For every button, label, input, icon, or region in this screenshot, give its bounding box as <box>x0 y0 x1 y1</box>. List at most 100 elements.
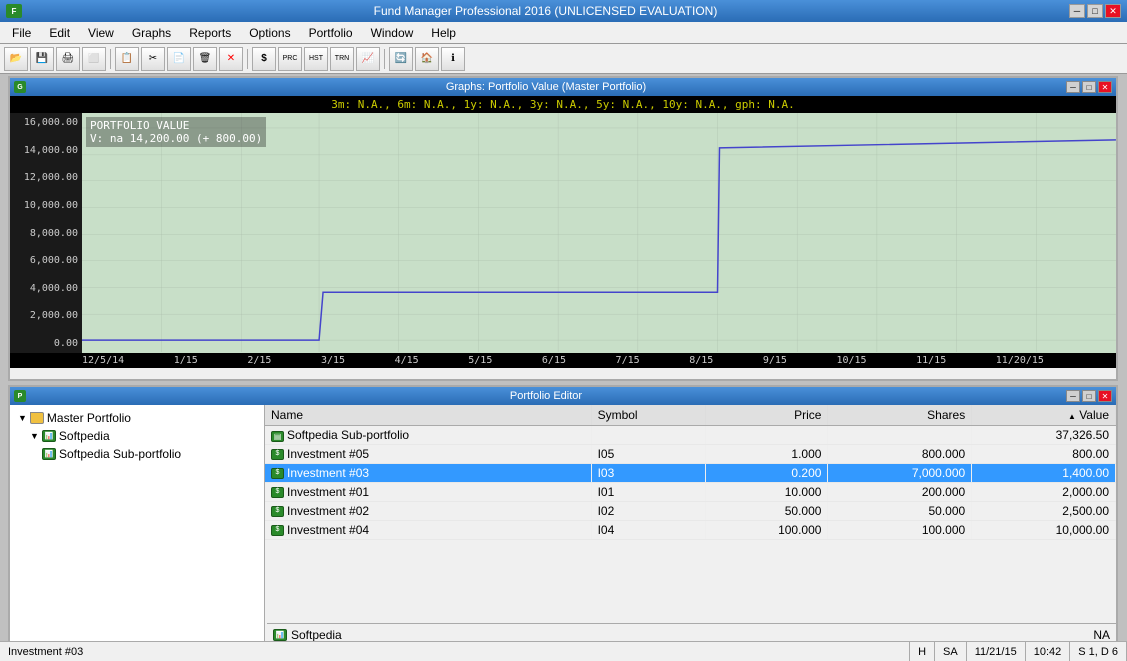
menu-options[interactable]: Options <box>241 24 298 42</box>
toolbar-home[interactable]: 🏠 <box>415 47 439 71</box>
cell-value: 800.00 <box>972 445 1116 464</box>
toolbar-dollar[interactable]: $ <box>252 47 276 71</box>
status-selected-text: Investment #03 <box>8 646 83 658</box>
minimize-button[interactable]: ─ <box>1069 4 1085 18</box>
table-row[interactable]: ▤Softpedia Sub-portfolio 37,326.50 <box>265 426 1116 445</box>
toolbar-chart[interactable]: 📈 <box>356 47 380 71</box>
window-controls: ─ □ ✕ <box>1069 4 1121 18</box>
toolbar-btn7[interactable]: 📄 <box>167 47 191 71</box>
portfolio-minimize[interactable]: ─ <box>1066 390 1080 402</box>
toolbar-sep3 <box>384 49 385 69</box>
investments-table: Name Symbol Price Shares ▲ Value ▤Softpe… <box>265 405 1116 540</box>
col-shares[interactable]: Shares <box>828 405 972 426</box>
status-h: H <box>910 642 935 661</box>
cell-symbol: I05 <box>591 445 706 464</box>
status-time: 10:42 <box>1026 642 1071 661</box>
cell-shares: 100.000 <box>828 521 972 540</box>
portfolio-window: P Portfolio Editor ─ □ ✕ ▼ Master Portfo… <box>8 385 1118 647</box>
cell-shares: 200.000 <box>828 483 972 502</box>
maximize-button[interactable]: □ <box>1087 4 1103 18</box>
cell-price: 0.200 <box>706 464 828 483</box>
menu-edit[interactable]: Edit <box>41 24 78 42</box>
toolbar-print[interactable]: 🖨 <box>56 47 80 71</box>
tree-item-subportfolio[interactable]: 📊 Softpedia Sub-portfolio <box>14 445 260 463</box>
toolbar-btn5[interactable]: 📋 <box>115 47 139 71</box>
graph-window: G Graphs: Portfolio Value (Master Portfo… <box>8 76 1118 381</box>
chart-svg <box>82 113 1116 352</box>
graph-close[interactable]: ✕ <box>1098 81 1112 93</box>
toolbar-btn4[interactable]: ⬜ <box>82 47 106 71</box>
toolbar-info[interactable]: ℹ <box>441 47 465 71</box>
status-date: 11/21/15 <box>967 642 1026 661</box>
toolbar-hst[interactable]: HST <box>304 47 328 71</box>
tree-item-softpedia[interactable]: ▼ 📊 Softpedia <box>14 427 260 445</box>
table-row[interactable]: $Investment #05I051.000800.000800.00 <box>265 445 1116 464</box>
cell-price: 100.000 <box>706 521 828 540</box>
cell-name: $Investment #03 <box>265 464 591 483</box>
row-type-icon: $ <box>271 449 284 460</box>
subportfolio-label: Softpedia Sub-portfolio <box>59 447 181 461</box>
softpedia-label: Softpedia <box>59 429 110 443</box>
close-button[interactable]: ✕ <box>1105 4 1121 18</box>
menu-window[interactable]: Window <box>363 24 422 42</box>
row-type-icon: $ <box>271 487 284 498</box>
col-name[interactable]: Name <box>265 405 591 426</box>
title-bar-left: F <box>6 4 22 18</box>
graph-x-labels: 12/5/14 1/15 2/15 3/15 4/15 5/15 6/15 7/… <box>10 353 1116 368</box>
toolbar-sep2 <box>247 49 248 69</box>
toolbar: 📂 💾 🖨 ⬜ 📋 ✂ 📄 🗑 ✕ $ PRC HST TRN 📈 🔄 🏠 ℹ <box>0 44 1127 74</box>
cell-price: 1.000 <box>706 445 828 464</box>
status-sa-text: SA <box>943 646 958 658</box>
menu-help[interactable]: Help <box>423 24 464 42</box>
master-label: Master Portfolio <box>47 411 131 425</box>
graph-area: 16,000.00 14,000.00 12,000.00 10,000.00 … <box>10 113 1116 353</box>
subportfolio-icon: 📊 <box>42 448 56 460</box>
tree-item-master[interactable]: ▼ Master Portfolio <box>14 409 260 427</box>
portfolio-value: V: na 14,200.00 (+ 800.00) <box>90 132 262 145</box>
graph-window-titlebar: G Graphs: Portfolio Value (Master Portfo… <box>10 78 1116 96</box>
cell-value: 2,000.00 <box>972 483 1116 502</box>
cell-price: 50.000 <box>706 502 828 521</box>
table-row[interactable]: $Investment #02I0250.00050.0002,500.00 <box>265 502 1116 521</box>
menu-graphs[interactable]: Graphs <box>124 24 179 42</box>
cell-name: $Investment #04 <box>265 521 591 540</box>
cell-value: 10,000.00 <box>972 521 1116 540</box>
softpedia-expand-icon: ▼ <box>30 431 39 441</box>
portfolio-restore[interactable]: □ <box>1082 390 1096 402</box>
graph-window-title: Graphs: Portfolio Value (Master Portfoli… <box>26 81 1066 93</box>
cell-name: ▤Softpedia Sub-portfolio <box>265 426 591 445</box>
expand-icon: ▼ <box>18 413 27 423</box>
toolbar-close[interactable]: ✕ <box>219 47 243 71</box>
toolbar-btn6[interactable]: ✂ <box>141 47 165 71</box>
portfolio-close[interactable]: ✕ <box>1098 390 1112 402</box>
portfolio-tree: ▼ Master Portfolio ▼ 📊 Softpedia 📊 Softp… <box>10 405 265 641</box>
status-s: S 1, D 6 <box>1070 642 1127 661</box>
toolbar-save[interactable]: 💾 <box>30 47 54 71</box>
master-folder-icon <box>30 412 44 424</box>
menu-view[interactable]: View <box>80 24 122 42</box>
cell-symbol: I03 <box>591 464 706 483</box>
cell-value: 37,326.50 <box>972 426 1116 445</box>
col-symbol[interactable]: Symbol <box>591 405 706 426</box>
table-row[interactable]: $Investment #04I04100.000100.00010,000.0… <box>265 521 1116 540</box>
toolbar-new[interactable]: 📂 <box>4 47 28 71</box>
status-sa: SA <box>935 642 967 661</box>
graph-minimize[interactable]: ─ <box>1066 81 1080 93</box>
menu-reports[interactable]: Reports <box>181 24 239 42</box>
toolbar-refresh[interactable]: 🔄 <box>389 47 413 71</box>
graph-info-overlay: PORTFOLIO VALUE V: na 14,200.00 (+ 800.0… <box>86 117 266 147</box>
portfolio-table: Name Symbol Price Shares ▲ Value ▤Softpe… <box>265 405 1116 641</box>
graph-y-labels: 16,000.00 14,000.00 12,000.00 10,000.00 … <box>10 113 82 353</box>
col-price[interactable]: Price <box>706 405 828 426</box>
toolbar-trn[interactable]: TRN <box>330 47 354 71</box>
graph-maximize[interactable]: □ <box>1082 81 1096 93</box>
toolbar-delete[interactable]: 🗑 <box>193 47 217 71</box>
menu-file[interactable]: File <box>4 24 39 42</box>
toolbar-prc[interactable]: PRC <box>278 47 302 71</box>
status-bar: Investment #03 H SA 11/21/15 10:42 S 1, … <box>0 641 1127 661</box>
col-value[interactable]: ▲ Value <box>972 405 1116 426</box>
table-row[interactable]: $Investment #03I030.2007,000.0001,400.00 <box>265 464 1116 483</box>
portfolio-window-title: Portfolio Editor <box>26 390 1066 402</box>
table-row[interactable]: $Investment #01I0110.000200.0002,000.00 <box>265 483 1116 502</box>
menu-portfolio[interactable]: Portfolio <box>301 24 361 42</box>
